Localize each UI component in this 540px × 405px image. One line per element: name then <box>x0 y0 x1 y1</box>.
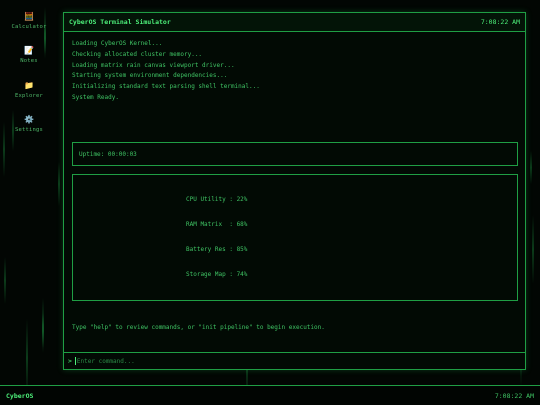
rain-streak <box>532 215 534 284</box>
taskbar-clock: 7:08:22 AM <box>494 391 534 400</box>
gear-icon: ⚙️ <box>24 115 34 124</box>
folder-icon: 📁 <box>24 81 34 90</box>
rain-streak <box>4 257 6 304</box>
battery-stat: Battery Res : 85% <box>186 246 248 253</box>
rain-streak <box>58 162 60 206</box>
cpu-stat: CPU Utility : 22% <box>186 196 248 203</box>
command-bar: > <box>64 352 525 369</box>
desktop-icon-label: Calculator <box>11 24 47 30</box>
log-line: System Ready. <box>72 93 119 101</box>
rain-streak <box>530 151 532 184</box>
desktop-icon-settings[interactable]: ⚙️ Settings <box>6 115 52 133</box>
terminal-window: CyberOS Terminal Simulator 7:08:22 AM Lo… <box>63 12 526 370</box>
uptime-panel: Uptime: 00:00:03 <box>72 142 518 166</box>
help-hint: Type "help" to review commands, or "init… <box>72 324 325 331</box>
desktop-icon-label: Settings <box>14 127 44 133</box>
desktop-icon-explorer[interactable]: 📁 Explorer <box>6 81 52 99</box>
window-clock: 7:08:22 AM <box>480 18 520 26</box>
text-cursor <box>74 357 76 365</box>
taskbar: CyberOS 7:08:22 AM <box>0 385 540 405</box>
log-line: Loading CyberOS Kernel... <box>72 40 163 47</box>
storage-stat: Storage Map : 74% <box>186 271 248 278</box>
rain-streak <box>3 122 5 177</box>
notes-icon: 📝 <box>24 46 34 55</box>
prompt-symbol: > <box>68 357 72 365</box>
desktop-icon-label: Notes <box>20 58 38 64</box>
system-stats-panel: CPU Utility : 22% RAM Matrix : 68% Batte… <box>72 174 518 301</box>
log-line: Starting system environment dependencies… <box>72 72 228 80</box>
rain-streak <box>42 314 44 348</box>
window-title: CyberOS Terminal Simulator <box>69 18 171 26</box>
ram-stat: RAM Matrix : 68% <box>186 221 248 228</box>
log-line: Loading matrix rain canvas viewport driv… <box>72 61 235 69</box>
desktop-icon-label: Explorer <box>14 93 44 99</box>
boot-log: Loading CyberOS Kernel... Checking alloc… <box>72 39 260 104</box>
log-line: Checking allocated cluster memory... <box>72 50 203 58</box>
calculator-icon: 🧮 <box>24 12 34 21</box>
desktop-icon-calculator[interactable]: 🧮 Calculator <box>6 12 52 30</box>
log-line: Initializing standard text parsing shell… <box>72 83 260 91</box>
window-titlebar[interactable]: CyberOS Terminal Simulator 7:08:22 AM <box>64 13 525 32</box>
uptime-text: Uptime: 00:00:03 <box>79 150 137 158</box>
start-brand-button[interactable]: CyberOS <box>6 392 33 400</box>
command-input[interactable] <box>76 357 525 365</box>
desktop-icon-notes[interactable]: 📝 Notes <box>6 46 52 64</box>
